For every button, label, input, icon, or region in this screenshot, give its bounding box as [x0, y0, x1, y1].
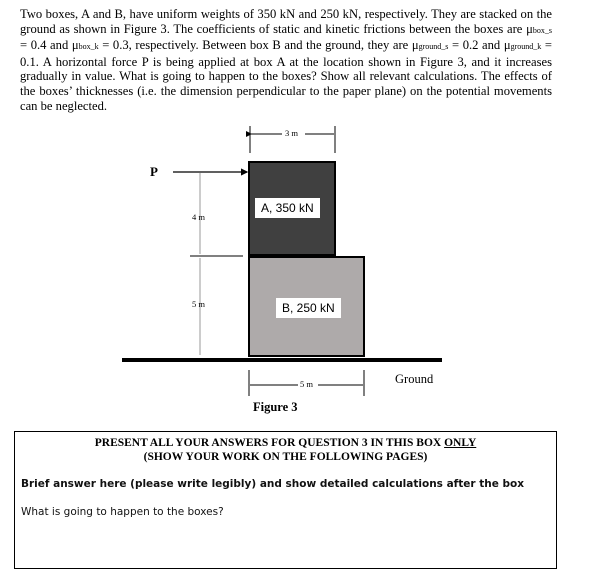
dim-bottom-label: 5 m	[300, 379, 313, 389]
force-label: P	[150, 164, 158, 179]
dim-4m-label: 4 m	[192, 212, 205, 222]
answer-instruction: Brief answer here (please write legibly)…	[21, 478, 524, 490]
dim-5m-label: 5 m	[192, 299, 205, 309]
box-b-label: B, 250 kN	[276, 298, 341, 318]
answer-question: What is going to happen to the boxes?	[21, 506, 224, 518]
figure-caption: Figure 3	[253, 400, 298, 414]
answer-box-header: PRESENT ALL YOUR ANSWERS FOR QUESTION 3 …	[94, 437, 477, 463]
answer-box[interactable]: PRESENT ALL YOUR ANSWERS FOR QUESTION 3 …	[14, 431, 557, 569]
box-a-label: A, 350 kN	[255, 198, 320, 218]
dim-top-label: 3 m	[285, 128, 298, 138]
ground-label: Ground	[395, 372, 434, 386]
